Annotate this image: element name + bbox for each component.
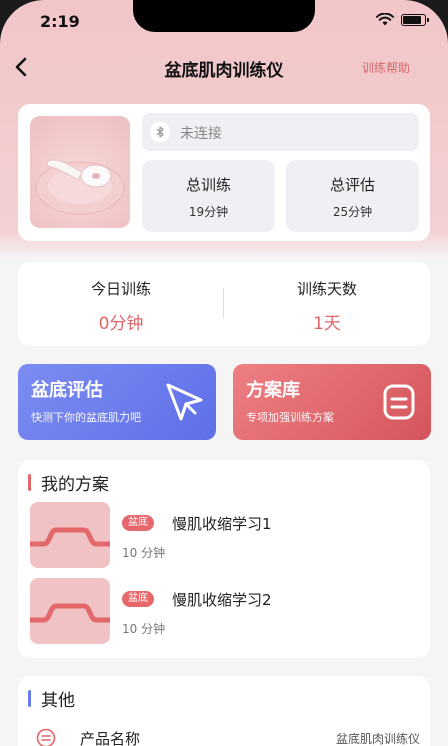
bluetooth-icon bbox=[150, 122, 170, 142]
info-value: 盆底肌肉训练仪 bbox=[335, 732, 420, 746]
total-training-stat: 总训练 19分钟 bbox=[142, 160, 275, 232]
training-help-link[interactable]: 训练帮助 bbox=[362, 59, 410, 76]
today-label: 训练天数 bbox=[296, 280, 357, 298]
stat-value: 25分钟 bbox=[332, 205, 373, 219]
section-header: 我的方案 bbox=[28, 470, 109, 495]
product-icon bbox=[36, 728, 56, 746]
plan-library-button[interactable]: 方案库 专项加强训练方案 bbox=[233, 364, 431, 440]
plan-item[interactable]: 盆底 慢肌收缩学习2 10 分钟 bbox=[30, 578, 418, 644]
section-accent-bar bbox=[28, 690, 31, 707]
plan-name: 慢肌收缩学习2 bbox=[172, 591, 272, 609]
status-time: 2:19 bbox=[40, 12, 80, 31]
nav-bar: 盆底肌肉训练仪 训练帮助 bbox=[0, 48, 448, 86]
feature-title: 盆底评估 bbox=[31, 380, 103, 401]
device-notch bbox=[133, 0, 315, 32]
device-card: 未连接 总训练 19分钟 总评估 25分钟 bbox=[18, 104, 430, 241]
today-value: 0分钟 bbox=[98, 314, 144, 334]
today-summary-card: 今日训练 0分钟 训练天数 1天 bbox=[18, 262, 430, 346]
status-icons bbox=[376, 13, 429, 26]
connection-status-pill[interactable]: 未连接 bbox=[142, 113, 419, 151]
section-title: 其他 bbox=[41, 691, 75, 711]
plan-badge: 盆底 bbox=[122, 591, 154, 607]
cursor-arrow-icon bbox=[166, 383, 203, 421]
my-plans-card: 我的方案 盆底 慢肌收缩学习1 10 分钟 盆底 慢肌收缩学习2 10 分钟 bbox=[18, 460, 430, 658]
feature-subtitle: 快测下你的盆底肌力吧 bbox=[31, 411, 141, 424]
today-label: 今日训练 bbox=[90, 280, 151, 298]
plan-badge: 盆底 bbox=[122, 515, 154, 531]
training-days: 训练天数 1天 bbox=[224, 278, 430, 334]
device-image bbox=[30, 116, 130, 228]
plan-thumbnail bbox=[30, 578, 110, 644]
feature-subtitle: 专项加强训练方案 bbox=[246, 411, 334, 424]
feature-title: 方案库 bbox=[246, 380, 300, 401]
section-header: 其他 bbox=[28, 686, 75, 711]
wifi-icon bbox=[376, 13, 394, 26]
product-name-row: 产品名称 盆底肌肉训练仪 bbox=[30, 726, 420, 746]
section-title: 我的方案 bbox=[41, 475, 109, 495]
app-screen: 2:19 盆底肌肉训练仪 训练帮助 未连接 总训练 19分钟 总评估 25分钟 … bbox=[0, 0, 448, 746]
pelvic-assessment-button[interactable]: 盆底评估 快测下你的盆底肌力吧 bbox=[18, 364, 216, 440]
library-icon bbox=[383, 384, 415, 420]
plan-duration: 10 分钟 bbox=[122, 546, 166, 560]
other-card: 其他 产品名称 盆底肌肉训练仪 bbox=[18, 676, 430, 746]
total-assessment-stat: 总评估 25分钟 bbox=[286, 160, 419, 232]
today-training: 今日训练 0分钟 bbox=[18, 278, 224, 334]
plan-thumbnail bbox=[30, 502, 110, 568]
connection-status-text: 未连接 bbox=[180, 126, 222, 142]
stat-label: 总评估 bbox=[329, 176, 375, 194]
plan-item[interactable]: 盆底 慢肌收缩学习1 10 分钟 bbox=[30, 502, 418, 568]
stat-value: 19分钟 bbox=[188, 205, 229, 219]
battery-icon bbox=[401, 13, 429, 26]
stat-label: 总训练 bbox=[185, 176, 231, 194]
plan-duration: 10 分钟 bbox=[122, 622, 166, 636]
info-label: 产品名称 bbox=[80, 730, 141, 746]
today-value: 1天 bbox=[313, 314, 341, 334]
section-accent-bar bbox=[28, 474, 31, 491]
plan-name: 慢肌收缩学习1 bbox=[172, 515, 272, 533]
